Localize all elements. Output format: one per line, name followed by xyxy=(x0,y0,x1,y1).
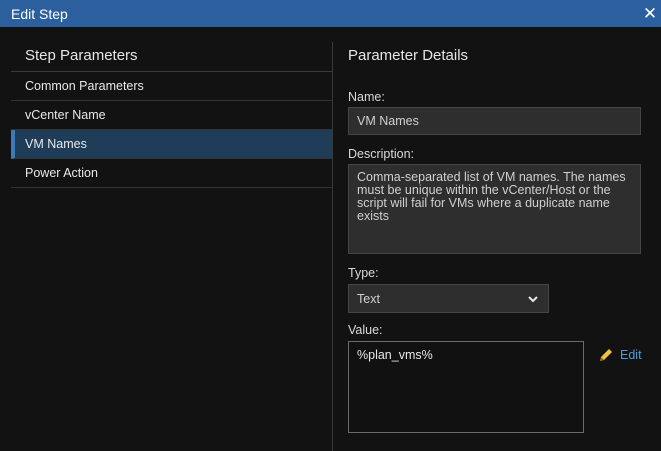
panel-divider xyxy=(332,42,333,451)
name-field[interactable]: VM Names xyxy=(348,107,641,135)
edit-label: Edit xyxy=(620,348,642,362)
description-field[interactable]: Comma-separated list of VM names. The na… xyxy=(348,164,641,254)
chevron-down-icon xyxy=(528,295,538,302)
close-icon[interactable]: ✕ xyxy=(639,0,661,27)
sidebar-item-vm-names[interactable]: VM Names xyxy=(11,130,333,159)
type-select[interactable]: Text xyxy=(348,284,549,313)
type-label: Type: xyxy=(348,266,379,280)
type-select-value: Text xyxy=(357,291,380,306)
dialog-title: Edit Step xyxy=(11,5,68,22)
value-field[interactable]: %plan_vms% xyxy=(348,341,584,433)
sidebar-item-common-parameters[interactable]: Common Parameters xyxy=(11,72,333,101)
dialog-titlebar: Edit Step ✕ xyxy=(0,0,661,27)
name-label: Name: xyxy=(348,90,385,104)
step-parameters-panel: Step Parameters Common Parameters vCente… xyxy=(11,27,333,188)
sidebar-item-power-action[interactable]: Power Action xyxy=(11,159,333,188)
edit-button[interactable]: Edit xyxy=(598,347,642,363)
parameter-details-heading: Parameter Details xyxy=(348,47,469,64)
sidebar-item-vcenter-name[interactable]: vCenter Name xyxy=(11,101,333,130)
pencil-icon xyxy=(600,349,612,361)
description-label: Description: xyxy=(348,147,414,161)
step-parameters-heading: Step Parameters xyxy=(11,27,333,72)
value-label: Value: xyxy=(348,323,383,337)
